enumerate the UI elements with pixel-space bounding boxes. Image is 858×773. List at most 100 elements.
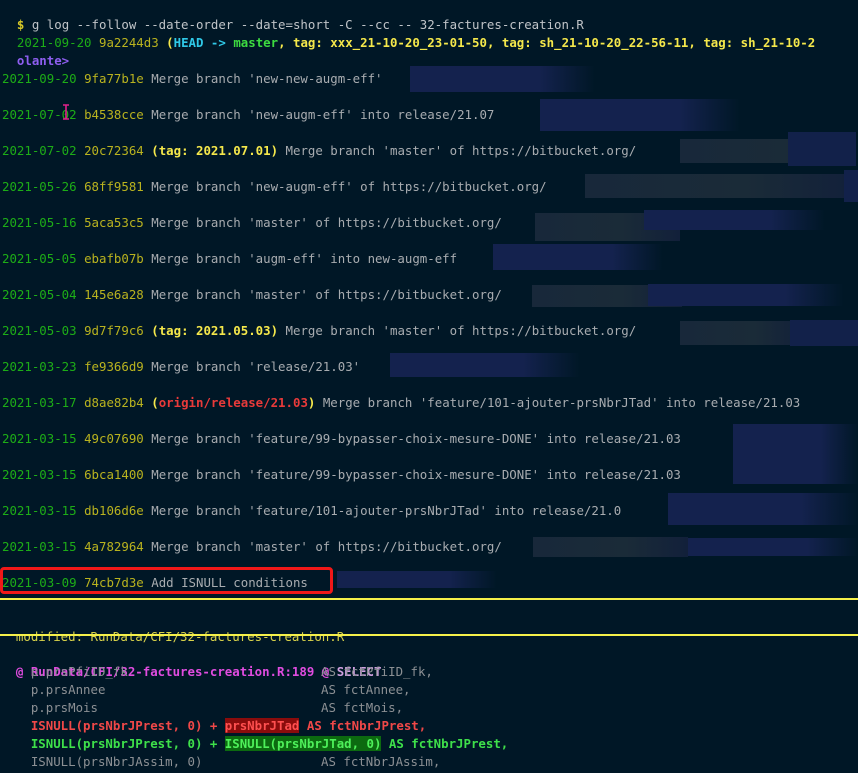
head-commit-line[interactable]: 2021-09-20 9a2244d3 (HEAD -> master, tag… <box>2 16 815 50</box>
commit-row[interactable]: 2021-03-17 d8ae82b4 (origin/release/21.0… <box>2 394 800 412</box>
tag-ref: tag: 2021.07.01 <box>158 143 271 158</box>
commit-row[interactable]: 2021-07-02 20c72364 (tag: 2021.07.01) Me… <box>2 142 636 160</box>
commit-date: 2021-05-04 <box>2 287 77 302</box>
ref-paren: ( <box>151 323 159 338</box>
diff-add-highlight: ISNULL(prsNbrJTad, 0) <box>224 736 382 751</box>
redacted-region <box>493 244 663 270</box>
diff-add-suffix: AS fctNbrJPrest, <box>381 736 509 751</box>
redacted-region <box>540 99 740 131</box>
commit-row[interactable]: 2021-05-03 9d7f79c6 (tag: 2021.05.03) Me… <box>2 322 636 340</box>
commit-hash: 9fa77b1e <box>84 71 144 86</box>
commit-row[interactable]: 2021-09-20 9fa77b1e Merge branch 'new-ne… <box>2 70 383 88</box>
commit-row[interactable]: 2021-05-16 5aca53c5 Merge branch 'master… <box>2 214 502 232</box>
redacted-region <box>668 493 858 525</box>
commit-date: 2021-03-15 <box>2 503 77 518</box>
diff-line-del: ISNULL(prsNbrJPrest, 0) + prsNbrJTad AS … <box>1 717 426 735</box>
hunk-header-line: @ RunData/CFI/32-factures-creation.R:189… <box>1 645 382 679</box>
commit-hash: fe9366d9 <box>84 359 144 374</box>
commit-hash: ebafb07b <box>84 251 144 266</box>
ref-paren: ) <box>270 143 279 158</box>
ref-separator: , <box>486 35 502 50</box>
commit-message: Merge branch 'release/21.03' <box>151 359 361 374</box>
commit-row[interactable]: 2021-03-15 db106d6e Merge branch 'featur… <box>2 502 621 520</box>
commit-row[interactable]: 2021-03-15 6bca1400 Merge branch 'featur… <box>2 466 681 484</box>
redacted-region <box>390 353 580 377</box>
diff-line-add: ISNULL(prsNbrJPrest, 0) + ISNULL(prsNbrJ… <box>1 735 508 753</box>
commit-date: 2021-03-15 <box>2 431 77 446</box>
commit-date: 2021-05-26 <box>2 179 77 194</box>
diff-line-ctx: p.prsAnnee AS fctAnnee, <box>1 681 411 699</box>
commit-row[interactable]: 2021-03-15 49c07690 Merge branch 'featur… <box>2 430 681 448</box>
commit-row[interactable]: 2021-07-02 b4538cce Merge branch 'new-au… <box>2 106 494 124</box>
remote-branch-ref: origin/release/21.03 <box>158 395 308 410</box>
commit-message: Merge branch 'feature/99-bypasser-choix-… <box>151 431 681 446</box>
diff-context-expr: ISNULL(prsNbrJAssim, 0) <box>1 754 203 769</box>
commit-hash: b4538cce <box>84 107 144 122</box>
diff-line-ctx: ISNULL(prsNbrJAssim, 0) AS fctNbrJAssim, <box>1 753 441 771</box>
diff-context-expr: p.prsPfiID_fk <box>1 664 128 679</box>
commit-date: 2021-05-03 <box>2 323 77 338</box>
diff-context-alias: AS fctPfiID_fk, <box>321 664 433 679</box>
commit-message: Merge branch 'master' of https://bitbuck… <box>151 539 502 554</box>
head-commit-continuation: olante> <box>2 34 69 68</box>
redacted-region <box>533 537 688 557</box>
ref-paren: ( <box>151 395 159 410</box>
commit-hash: db106d6e <box>84 503 144 518</box>
redacted-region <box>337 571 497 588</box>
redacted-region <box>648 284 844 306</box>
redacted-region <box>644 210 825 230</box>
commit-row[interactable]: 2021-05-05 ebafb07b Merge branch 'augm-e… <box>2 250 457 268</box>
commit-hash: 49c07690 <box>84 431 144 446</box>
commit-message: Merge branch 'feature/101-ajouter-prsNbr… <box>151 503 622 518</box>
redacted-region <box>680 321 805 345</box>
redacted-region <box>585 174 855 198</box>
diff-del-highlight: prsNbrJTad <box>224 718 300 733</box>
separator-line <box>0 598 858 600</box>
ref-continuation: olante> <box>16 53 70 68</box>
commit-date: 2021-05-16 <box>2 215 77 230</box>
tag-ref: tag: 2021.05.03 <box>158 323 271 338</box>
commit-date: 2021-03-15 <box>2 539 77 554</box>
tag-ref: tag: sh_21-10-2 <box>703 35 816 50</box>
commit-message: Merge branch 'master' of https://bitbuck… <box>285 143 637 158</box>
commit-message: Merge branch 'master' of https://bitbuck… <box>151 287 502 302</box>
commit-message: Merge branch 'feature/101-ajouter-prsNbr… <box>322 395 801 410</box>
diff-del-prefix: ISNULL(prsNbrJPrest, 0) + <box>1 718 225 733</box>
commit-hash: 20c72364 <box>84 143 144 158</box>
commit-message: Merge branch 'new-new-augm-eff' <box>151 71 383 86</box>
ref-paren: ( <box>151 143 159 158</box>
commit-message: Merge branch 'feature/99-bypasser-choix-… <box>151 467 681 482</box>
redacted-region <box>410 66 595 92</box>
redacted-region <box>788 132 856 166</box>
modified-file-line: modified: RunData/CFI/32-factures-creati… <box>1 610 344 644</box>
tag-ref: tag: xxx_21-10-20_23-01-50 <box>293 35 487 50</box>
commit-hash: d8ae82b4 <box>84 395 144 410</box>
commit-row[interactable]: 2021-03-23 fe9366d9 Merge branch 'releas… <box>2 358 360 376</box>
diff-context-alias: AS fctMois, <box>321 700 404 715</box>
redacted-region <box>790 320 858 346</box>
diff-line-ctx: p.prsPfiID_fk AS fctPfiID_fk, <box>1 663 433 681</box>
ref-paren: ) <box>307 395 316 410</box>
diff-del-suffix: AS fctNbrJPrest, <box>299 718 427 733</box>
commit-hash: 145e6a28 <box>84 287 144 302</box>
commit-row[interactable]: 2021-03-15 4a782964 Merge branch 'master… <box>2 538 502 556</box>
commit-date: 2021-09-20 <box>2 71 77 86</box>
commit-message: Merge branch 'augm-eff' into new-augm-ef… <box>151 251 458 266</box>
commit-date: 2021-05-05 <box>2 251 77 266</box>
commit-message: Merge branch 'master' of https://bitbuck… <box>151 215 502 230</box>
commit-hash: 6bca1400 <box>84 467 144 482</box>
commit-row[interactable]: 2021-05-04 145e6a28 Merge branch 'master… <box>2 286 502 304</box>
command-line: $ g log --follow --date-order --date=sho… <box>2 0 584 32</box>
ref-separator: , <box>278 35 293 50</box>
commit-date: 2021-03-17 <box>2 395 77 410</box>
ref-paren: ( <box>166 35 174 50</box>
separator-line <box>0 634 858 636</box>
ref-paren: ) <box>270 323 279 338</box>
diff-line-ctx: p.prsMois AS fctMois, <box>1 699 403 717</box>
commit-message: Merge branch 'master' of https://bitbuck… <box>285 323 637 338</box>
commit-date: 2021-07-02 <box>2 143 77 158</box>
diff-context-expr: p.prsMois <box>1 700 98 715</box>
commit-message: Merge branch 'new-augm-eff' of https://b… <box>151 179 547 194</box>
tag-ref: tag: sh_21-10-20_22-56-11 <box>501 35 689 50</box>
commit-row[interactable]: 2021-05-26 68ff9581 Merge branch 'new-au… <box>2 178 547 196</box>
